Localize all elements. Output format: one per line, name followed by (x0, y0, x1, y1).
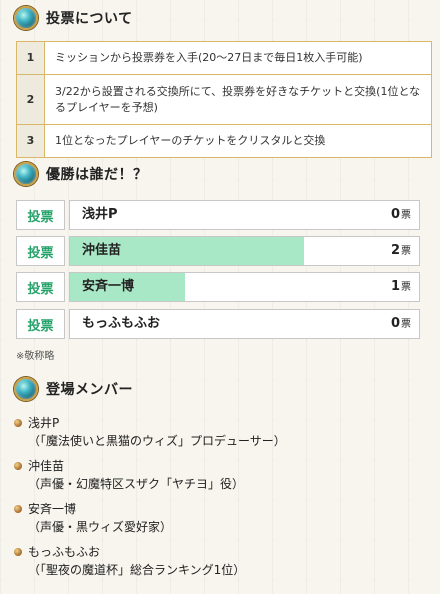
rule-number: 1 (16, 41, 45, 75)
section-header-about: 投票について (14, 4, 133, 32)
member-description: （声優・幻魔特区スザク「ヤチヨ」役） (28, 477, 245, 491)
vote-row: 投票 浅井P 0票 (16, 200, 420, 230)
vote-unit: 票 (401, 210, 411, 221)
bullet-icon (14, 505, 22, 513)
vote-count-value: 2 (390, 243, 400, 258)
section-header-winner: 優勝は誰だ！？ (14, 160, 148, 188)
vote-row: 投票 沖佳苗 2票 (16, 236, 420, 266)
bullet-icon (14, 419, 22, 427)
vote-count-value: 0 (390, 316, 400, 331)
rules-table: 1 ミッションから投票券を入手(20〜27日まで毎日1枚入手可能) 2 3/22… (16, 41, 432, 158)
rule-row: 2 3/22から設置される交換所にて、投票券を好きなチケットと交換(1位となるプ… (16, 74, 432, 125)
rule-text: 3/22から設置される交換所にて、投票券を好きなチケットと交換(1位となるプレイ… (44, 74, 432, 125)
vote-count-value: 1 (390, 279, 400, 294)
member-item: 沖佳苗 （声優・幻魔特区スザク「ヤチヨ」役） (14, 457, 426, 493)
vote-bar: 沖佳苗 2票 (69, 236, 420, 266)
vote-row: 投票 安斉一博 1票 (16, 272, 420, 302)
section-title: 登場メンバー (46, 382, 133, 398)
vote-button[interactable]: 投票 (16, 236, 65, 266)
member-item: 浅井P （「魔法使いと黒猫のウィズ」プロデューサー） (14, 414, 426, 450)
vote-count: 0票 (390, 310, 411, 338)
vote-row: 投票 もっふもふお 0票 (16, 309, 420, 339)
rule-text: ミッションから投票券を入手(20〜27日まで毎日1枚入手可能) (44, 41, 432, 75)
orb-icon (14, 162, 38, 186)
member-description: （声優・黒ウィズ愛好家） (28, 520, 173, 534)
vote-unit: 票 (401, 282, 411, 293)
vote-count: 0票 (390, 201, 411, 229)
candidate-name: 沖佳苗 (82, 243, 122, 258)
section-header-members: 登場メンバー (14, 375, 133, 403)
vote-bar: もっふもふお 0票 (69, 309, 420, 339)
vote-count-value: 0 (390, 207, 400, 222)
candidate-name: 安斉一博 (82, 279, 135, 294)
bullet-icon (14, 462, 22, 470)
orb-icon (14, 377, 38, 401)
rule-row: 1 ミッションから投票券を入手(20〜27日まで毎日1枚入手可能) (16, 41, 432, 75)
member-item: もっふもふお （「聖夜の魔道杯」総合ランキング1位） (14, 543, 426, 579)
section-title: 優勝は誰だ！？ (46, 167, 148, 183)
member-name: もっふもふお (28, 545, 101, 559)
member-line: 浅井P (14, 414, 426, 432)
honorifics-note: ※敬称略 (16, 351, 55, 362)
rule-number: 2 (16, 74, 45, 125)
member-line: 安斉一博 (14, 500, 426, 518)
section-title: 投票について (46, 11, 133, 27)
vote-count: 1票 (390, 273, 411, 301)
orb-icon (14, 6, 38, 30)
vote-unit: 票 (401, 319, 411, 330)
rule-number: 3 (16, 124, 45, 158)
member-name: 沖佳苗 (28, 459, 65, 473)
vote-button[interactable]: 投票 (16, 309, 65, 339)
member-description: （「聖夜の魔道杯」総合ランキング1位） (28, 563, 246, 577)
vote-unit: 票 (401, 246, 411, 257)
member-line: もっふもふお (14, 543, 426, 561)
vote-bar: 安斉一博 1票 (69, 272, 420, 302)
member-item: 安斉一博 （声優・黒ウィズ愛好家） (14, 500, 426, 536)
rule-row: 3 1位となったプレイヤーのチケットをクリスタルと交換 (16, 124, 432, 158)
vote-button[interactable]: 投票 (16, 272, 65, 302)
vote-bar: 浅井P 0票 (69, 200, 420, 230)
bullet-icon (14, 548, 22, 556)
rule-text: 1位となったプレイヤーのチケットをクリスタルと交換 (44, 124, 432, 158)
candidate-name: もっふもふお (82, 316, 161, 331)
vote-button[interactable]: 投票 (16, 200, 65, 230)
member-line: 沖佳苗 (14, 457, 426, 475)
vote-count: 2票 (390, 237, 411, 265)
candidate-name: 浅井P (82, 207, 118, 222)
member-name: 安斉一博 (28, 502, 77, 516)
member-name: 浅井P (28, 416, 60, 430)
member-description: （「魔法使いと黒猫のウィズ」プロデューサー） (28, 434, 286, 448)
